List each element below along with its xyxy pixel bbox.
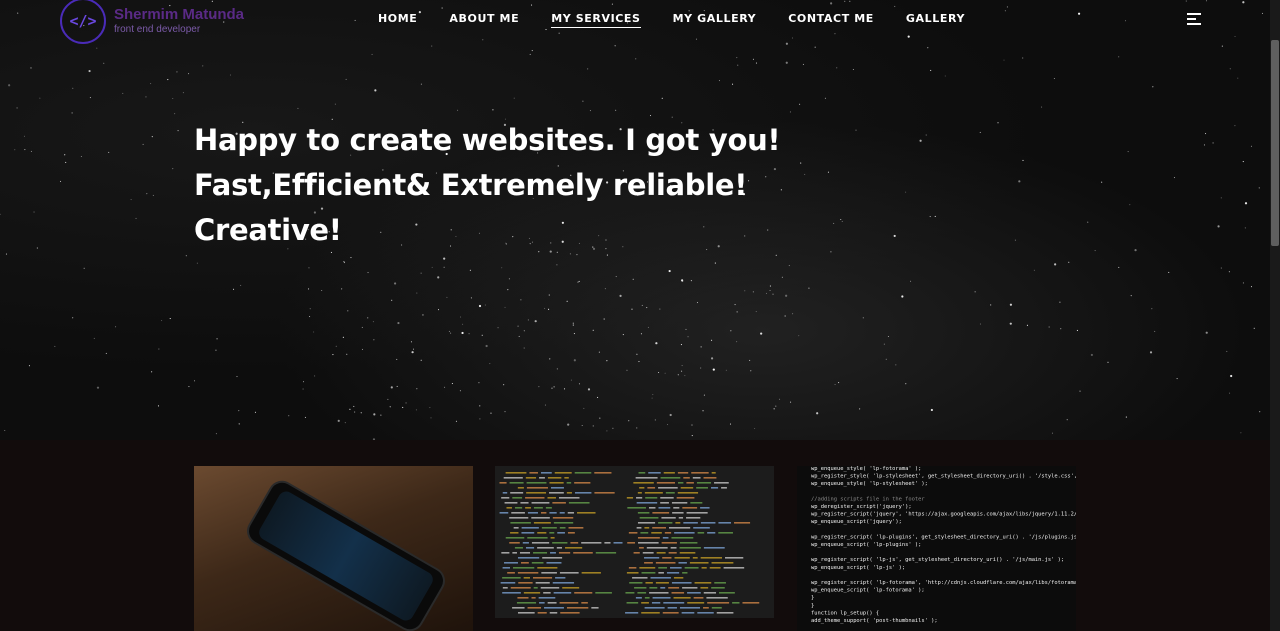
nav-gallery[interactable]: GALLERY (906, 12, 965, 28)
gallery-image-code-listing[interactable]: wp_enqueue_style( 'lp-fotorama' ); wp_reg… (797, 466, 1076, 631)
main-nav: HOME ABOUT ME MY SERVICES MY GALLERY CON… (362, 12, 981, 28)
gallery-image-phone[interactable] (194, 466, 473, 631)
hamburger-menu-icon[interactable] (1187, 13, 1201, 25)
hero-section: </> Shermim Matunda front end developer … (0, 0, 1270, 440)
smartphone-image (241, 475, 451, 631)
code-line: wp_enqueue_script('jquery'); (811, 519, 902, 525)
scrollbar-thumb[interactable] (1271, 40, 1279, 246)
nav-home[interactable]: HOME (378, 12, 417, 28)
code-line: function lp_setup() { (811, 610, 879, 616)
code-line: wp_enqueue_style( 'lp-stylesheet' ); (811, 481, 928, 487)
code-brackets-icon: </> (60, 0, 106, 44)
hero-line-2: Fast,Efficient& Extremely reliable! (194, 168, 748, 202)
hero-line-3: Creative! (194, 213, 342, 247)
code-line: wp_enqueue_script( 'lp-js' ); (811, 565, 905, 571)
code-line: wp_register_script( 'lp-js', get_stylesh… (811, 557, 1064, 563)
code-line: wp_register_style( 'lp-stylesheet', get_… (811, 474, 1076, 480)
services-gallery: wp_enqueue_style( 'lp-fotorama' ); wp_reg… (0, 440, 1270, 631)
gallery-image-code-editor[interactable] (495, 466, 774, 618)
code-line: wp_enqueue_script( 'lp-fotorama' ); (811, 588, 925, 594)
brand-name: Shermim Matunda (114, 6, 245, 23)
nav-about-me[interactable]: ABOUT ME (449, 12, 519, 28)
nav-my-gallery[interactable]: MY GALLERY (673, 12, 757, 28)
code-listing-image: wp_enqueue_style( 'lp-fotorama' ); wp_reg… (811, 466, 1076, 624)
brand-logo[interactable]: </> Shermim Matunda front end developer (60, 0, 244, 44)
code-line: wp_enqueue_style( 'lp-fotorama' ); (811, 466, 921, 472)
code-line: wp_enqueue_script( 'lp-plugins' ); (811, 542, 921, 548)
hero-headline: Happy to create websites. I got you! Fas… (194, 118, 781, 253)
nav-contact-me[interactable]: CONTACT ME (788, 12, 874, 28)
code-editor-image (499, 472, 760, 614)
brand-subtitle: front end developer (114, 24, 201, 35)
code-line: wp_deregister_script('jquery'); (811, 504, 912, 510)
code-line: add_theme_support( 'post-thumbnails' ); (811, 618, 938, 624)
code-line: } (811, 603, 814, 609)
hero-line-1: Happy to create websites. I got you! (194, 123, 781, 157)
code-line: wp_register_script( 'lp-plugins', get_st… (811, 534, 1076, 540)
code-line: wp_register_script( 'lp-fotorama', 'http… (811, 580, 1076, 586)
nav-my-services[interactable]: MY SERVICES (551, 12, 641, 28)
scrollbar[interactable] (1270, 0, 1280, 631)
code-line: //adding scripts file in the footer (811, 496, 925, 502)
code-line: } (811, 595, 814, 601)
code-line: wp_register_script('jquery', 'https://aj… (811, 512, 1076, 518)
